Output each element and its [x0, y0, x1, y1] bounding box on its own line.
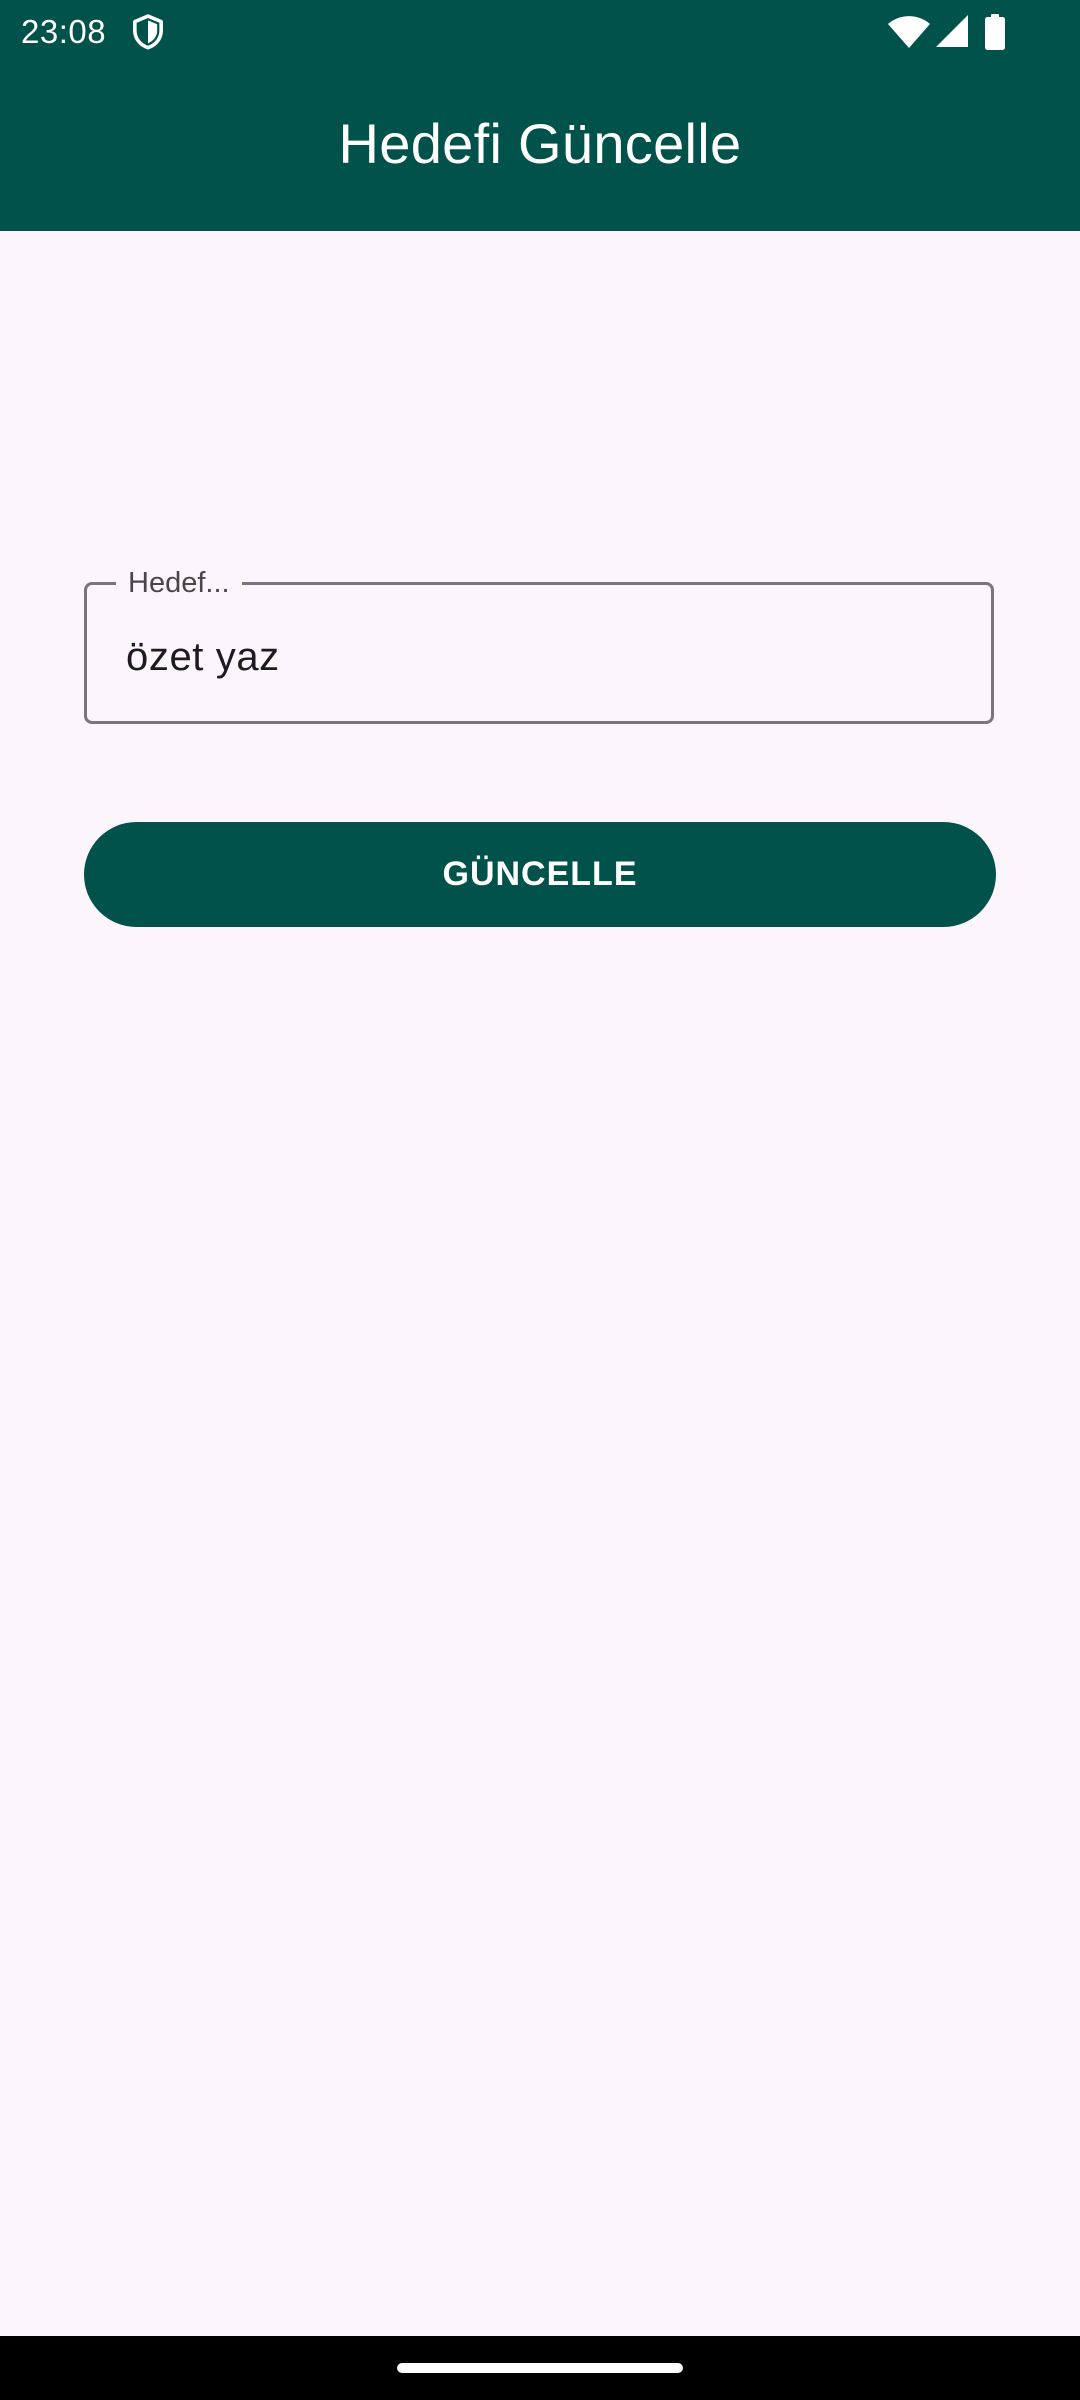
shield-icon	[133, 14, 163, 50]
wifi-icon	[888, 16, 930, 48]
goal-input[interactable]	[126, 620, 966, 694]
goal-field-label: Hedef...	[116, 566, 242, 600]
app-bar: Hedefi Güncelle	[0, 62, 1080, 231]
home-indicator[interactable]	[397, 2363, 683, 2373]
cellular-signal-icon	[936, 15, 968, 47]
status-time: 23:08	[21, 13, 107, 50]
update-button[interactable]: GÜNCELLE	[84, 822, 996, 927]
page-title: Hedefi Güncelle	[338, 112, 742, 175]
navigation-bar	[0, 2336, 1080, 2400]
battery-icon	[985, 14, 1005, 50]
status-bar: 23:08	[0, 0, 1080, 62]
